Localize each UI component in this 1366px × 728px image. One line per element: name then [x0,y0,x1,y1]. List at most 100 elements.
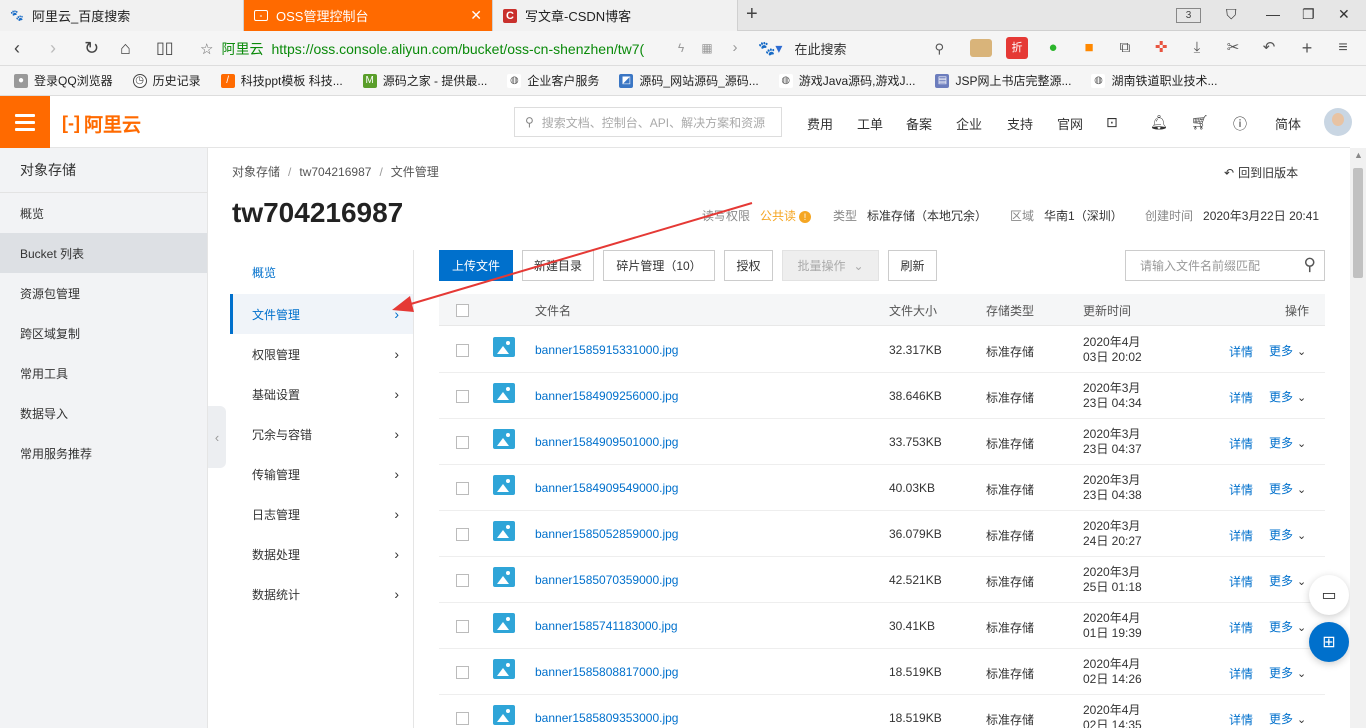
row-checkbox[interactable] [456,528,469,541]
more-actions-button[interactable]: 更多 ⌄ [1269,480,1306,497]
url-field[interactable]: ☆ 阿里云 https://oss.console.aliyun.com/buc… [200,35,748,62]
nav-icp[interactable]: 备案 [906,114,932,133]
subnav-item-redundancy[interactable]: 冗余与容错 › [230,414,413,454]
more-actions-button[interactable]: 更多 ⌄ [1269,664,1306,681]
row-checkbox[interactable] [456,666,469,679]
back-icon[interactable]: ‹ [14,38,20,59]
breadcrumb-item[interactable]: 对象存储 [232,165,280,179]
reload-icon[interactable]: ↻ [84,38,99,59]
avatar[interactable] [1324,108,1352,136]
page-scrollbar[interactable]: ▲ [1350,148,1366,728]
sidebar-item-bucket-list[interactable]: Bucket 列表 [0,233,207,273]
detail-link[interactable]: 详情 [1229,573,1253,590]
nav-enterprise[interactable]: 企业 [956,114,982,133]
upload-button[interactable]: 上传文件 [439,250,513,281]
language-switch[interactable]: 简体 [1275,114,1301,133]
bookmark-item[interactable]: / 科技ppt模板 科技... [220,72,343,89]
detail-link[interactable]: 详情 [1229,665,1253,682]
sidebar-item-tools[interactable]: 常用工具 [0,353,207,393]
aliyun-logo[interactable]: [-] 阿里云 [62,110,141,137]
row-checkbox[interactable] [456,620,469,633]
home-icon[interactable]: ⌂ [120,38,131,59]
bag-icon[interactable] [970,39,992,57]
nav-official-site[interactable]: 官网 [1057,114,1083,133]
subnav-item-logs[interactable]: 日志管理 › [230,494,413,534]
shirt-icon[interactable]: ⛉ [1226,6,1237,23]
sidebar-item-resource-packages[interactable]: 资源包管理 [0,273,207,313]
scrollbar-thumb[interactable] [1353,168,1363,278]
warning-icon[interactable]: ! [799,211,812,223]
more-actions-button[interactable]: 更多 ⌄ [1269,710,1306,727]
batch-actions-button[interactable]: 批量操作 ⌄ [782,250,879,281]
sidebar-item-cross-region[interactable]: 跨区域复制 [0,313,207,353]
sidebar-item-recommended[interactable]: 常用服务推荐 [0,433,207,473]
chat-icon[interactable]: ▭ [1309,575,1349,615]
search-icon[interactable]: ⚲ [934,41,944,57]
detail-link[interactable]: 详情 [1229,711,1253,728]
more-actions-button[interactable]: 更多 ⌄ [1269,342,1306,359]
bookmark-item[interactable]: ◍ 湖南铁道职业技术... [1091,72,1217,89]
nav-tickets[interactable]: 工单 [857,114,883,133]
browser-tab-csdn[interactable]: C 写文章-CSDN博客 [492,0,738,31]
restore-icon[interactable]: ❐ [1302,6,1315,23]
wechat-icon[interactable]: ● [1042,37,1064,59]
bookmark-item[interactable]: ◩ 源码_网站源码_源码... [619,72,759,89]
browser-tab-oss[interactable]: - OSS管理控制台 ✕ [244,0,492,31]
video-icon[interactable]: ■ [1078,37,1100,59]
add-icon[interactable]: + [1296,37,1318,59]
refresh-button[interactable]: 刷新 [888,250,937,281]
subnav-item-transfer[interactable]: 传输管理 › [230,454,413,494]
chevron-right-icon[interactable]: › [724,37,746,59]
new-tab-icon[interactable]: + [746,3,758,26]
subnav-item-overview[interactable]: 概览 [230,250,413,294]
row-checkbox[interactable] [456,574,469,587]
subnav-item-data-processing[interactable]: 数据处理 › [230,534,413,574]
row-checkbox[interactable] [456,482,469,495]
discount-icon[interactable]: 折 [1006,37,1028,59]
minimize-icon[interactable]: — [1266,6,1280,22]
sidebar-item-overview[interactable]: 概览 [0,193,207,233]
apps-icon[interactable]: ⊞ [1309,622,1349,662]
file-name-link[interactable]: banner1585809353000.jpg [535,711,678,725]
nav-support[interactable]: 支持 [1007,114,1033,133]
console-search-input[interactable]: ⚲ 搜索文档、控制台、API、解决方案和资源 [514,107,782,137]
file-name-link[interactable]: banner1585915331000.jpg [535,343,678,357]
bookmark-item[interactable]: ◷ 历史记录 [132,72,201,89]
cart-icon[interactable]: 🛒︎ [1191,114,1209,131]
bookmark-item[interactable]: ● 登录QQ浏览器 [14,72,113,89]
bookmark-item[interactable]: ◍ 游戏Java源码,游戏J... [778,72,915,89]
collapse-sidebar-button[interactable]: ‹ [208,406,226,468]
more-actions-button[interactable]: 更多 ⌄ [1269,434,1306,451]
row-checkbox[interactable] [456,344,469,357]
more-actions-button[interactable]: 更多 ⌄ [1269,572,1306,589]
file-name-link[interactable]: banner1585070359000.jpg [535,573,678,587]
file-name-link[interactable]: banner1584909256000.jpg [535,389,678,403]
reader-icon[interactable]: ▯▯ [156,38,174,58]
more-actions-button[interactable]: 更多 ⌄ [1269,526,1306,543]
bookmark-item[interactable]: ◍ 企业客户服务 [507,72,599,89]
search-icon[interactable]: ⚲ [1304,255,1316,275]
detail-link[interactable]: 详情 [1229,343,1253,360]
hamburger-menu-button[interactable] [0,96,50,148]
flash-icon[interactable]: ϟ [670,37,692,59]
puzzle-icon[interactable]: ⧉ [1114,37,1136,59]
url-text[interactable]: https://oss.console.aliyun.com/bucket/os… [271,41,644,57]
select-all-checkbox[interactable] [456,304,469,317]
scissors-icon[interactable]: ✂ [1222,37,1244,59]
more-actions-button[interactable]: 更多 ⌄ [1269,618,1306,635]
file-name-link[interactable]: banner1585052859000.jpg [535,527,678,541]
subnav-item-statistics[interactable]: 数据统计 › [230,574,413,614]
scroll-up-icon[interactable]: ▲ [1354,150,1363,160]
row-checkbox[interactable] [456,712,469,725]
breadcrumb-item[interactable]: tw704216987 [299,165,371,179]
download-icon[interactable]: ⤓ [1186,37,1208,59]
subnav-item-basic-settings[interactable]: 基础设置 › [230,374,413,414]
bookmark-item[interactable]: M 源码之家 - 提供最... [362,72,487,89]
close-window-icon[interactable]: ✕ [1338,6,1350,23]
help-icon[interactable]: ⓘ [1233,114,1247,134]
gamepad-icon[interactable]: ✜ [1150,37,1172,59]
sidebar-item-data-import[interactable]: 数据导入 [0,393,207,433]
file-name-link[interactable]: banner1585808817000.jpg [535,665,678,679]
old-version-link[interactable]: ↶ 回到旧版本 [1224,164,1298,181]
browser-search-field[interactable]: 🐾▾ 在此搜索 ⚲ [758,35,950,62]
